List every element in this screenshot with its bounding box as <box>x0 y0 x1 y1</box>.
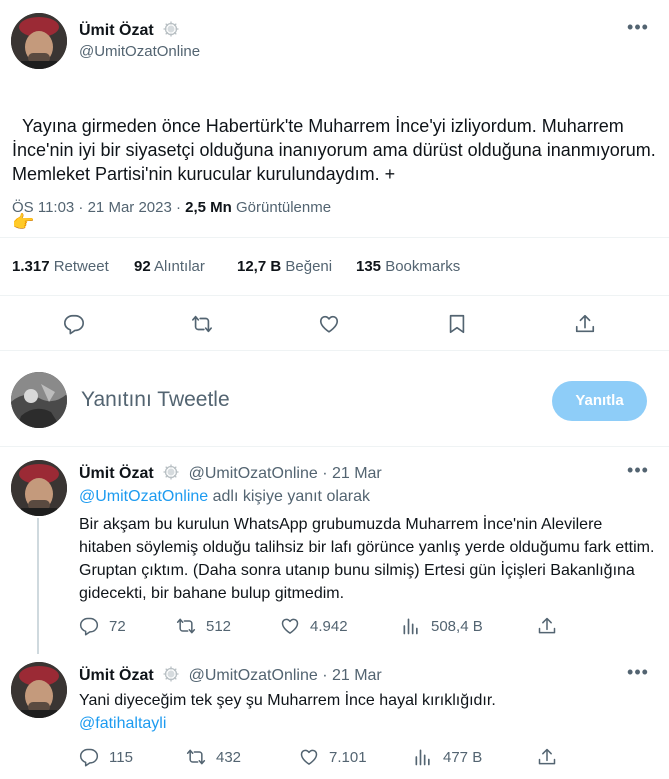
retweets-count: 1.317 <box>12 258 50 275</box>
retweet-icon <box>186 749 206 765</box>
reply-2-header: Ümit Özat @UmitOzatOnline · 21 Mar <box>79 665 382 685</box>
more-icon[interactable]: ••• <box>626 461 650 483</box>
share-button[interactable] <box>537 747 557 767</box>
divider <box>0 295 669 296</box>
share-icon <box>575 314 595 333</box>
reply-submit-button[interactable]: Yanıtla <box>552 381 647 421</box>
reply-handle-time[interactable]: @UmitOzatOnline · 21 Mar <box>189 465 382 482</box>
quotes-label: Alıntılar <box>154 258 205 275</box>
reply-author-name[interactable]: Ümit Özat <box>79 667 154 684</box>
likes-stat[interactable]: 12,7 B Beğeni <box>237 258 332 275</box>
retweet-icon <box>176 618 196 634</box>
likes-count: 12,7 B <box>237 258 282 275</box>
reply-input[interactable]: Yanıtını Tweetle <box>81 388 230 412</box>
heart-icon <box>319 315 339 333</box>
bookmark-icon <box>449 314 465 334</box>
tweet-meta: ÖS 11:03 · 21 Mar 2023 · 2,5 Mn Görüntül… <box>12 199 331 216</box>
retweet-button[interactable]: 432 <box>186 747 241 767</box>
tweet-timestamp[interactable]: ÖS 11:03 · 21 Mar 2023 · <box>12 199 185 216</box>
share-icon <box>538 617 556 634</box>
reply-author-name[interactable]: Ümit Özat <box>79 465 154 482</box>
reply-text: Bir akşam bu kurulun WhatsApp grubumuzda… <box>79 516 655 602</box>
verified-badge-icon <box>162 665 180 683</box>
quotes-count: 92 <box>134 258 151 275</box>
reply-button[interactable]: 115 <box>79 747 133 767</box>
replying-to-handle[interactable]: @UmitOzatOnline <box>79 488 208 505</box>
author-name[interactable]: Ümit Özat <box>79 22 154 39</box>
retweet-count: 432 <box>216 748 242 766</box>
likes-label: Beğeni <box>285 258 333 275</box>
verified-badge-icon <box>162 20 180 38</box>
reply-icon <box>79 617 99 636</box>
views-icon <box>403 618 418 635</box>
share-button[interactable] <box>537 616 557 636</box>
thread-connector-line <box>37 518 39 654</box>
share-icon <box>538 748 556 765</box>
retweet-button[interactable]: 512 <box>176 616 231 636</box>
views-count: 2,5 Mn <box>185 199 232 216</box>
like-button[interactable]: 7.101 <box>299 747 367 767</box>
divider <box>0 446 669 447</box>
divider <box>0 237 669 238</box>
views-button[interactable]: 477 B <box>413 747 482 767</box>
reply-button[interactable]: 72 <box>79 616 126 636</box>
views-count: 508,4 B <box>431 617 483 635</box>
tweet-body: Yayına girmeden önce Habertürk'te Muharr… <box>12 116 661 184</box>
author-handle[interactable]: @UmitOzatOnline <box>79 43 200 60</box>
quotes-stat[interactable]: 92 Alıntılar <box>134 258 205 275</box>
bookmarks-stat[interactable]: 135 Bookmarks <box>356 258 460 275</box>
views-count: 477 B <box>443 748 483 766</box>
reply-1-avatar[interactable] <box>11 460 67 516</box>
mention-link[interactable]: @fatihaltayli <box>79 712 166 735</box>
replying-to: @UmitOzatOnline adlı kişiye yanıt olarak <box>79 488 370 506</box>
retweet-button[interactable] <box>191 313 213 335</box>
retweet-icon <box>192 315 212 333</box>
retweets-label: Retweet <box>53 258 109 275</box>
reply-text: Yani diyeceğim tek şey şu Muharrem İnce … <box>79 692 496 709</box>
views-button[interactable]: 508,4 B <box>401 616 483 636</box>
reply-1-header: Ümit Özat @UmitOzatOnline · 21 Mar <box>79 463 382 483</box>
replying-to-label: adlı kişiye yanıt olarak <box>208 488 371 505</box>
author-name-row: Ümit Özat <box>79 20 180 40</box>
like-button[interactable]: 4.942 <box>280 616 348 636</box>
divider <box>0 350 669 351</box>
heart-icon <box>300 749 318 765</box>
like-button[interactable] <box>318 313 340 335</box>
reply-handle-time[interactable]: @UmitOzatOnline · 21 Mar <box>189 667 382 684</box>
heart-icon <box>281 618 299 634</box>
reply-count: 72 <box>109 617 126 635</box>
bookmark-button[interactable] <box>446 313 468 335</box>
views-label: Görüntülenme <box>236 199 332 216</box>
reply-button[interactable] <box>63 313 85 335</box>
retweet-count: 512 <box>206 617 232 635</box>
reply-2-avatar[interactable] <box>11 662 67 718</box>
more-icon[interactable]: ••• <box>626 663 650 685</box>
bookmarks-label: Bookmarks <box>385 258 461 275</box>
reply-icon <box>79 748 99 767</box>
like-count: 4.942 <box>310 617 348 635</box>
author-avatar[interactable] <box>11 13 67 69</box>
share-button[interactable] <box>574 313 596 335</box>
retweets-stat[interactable]: 1.317 Retweet <box>12 258 109 275</box>
more-icon[interactable]: ••• <box>626 18 650 40</box>
reply-icon <box>64 314 84 335</box>
bookmarks-count: 135 <box>356 258 382 275</box>
views-icon <box>415 749 430 766</box>
like-count: 7.101 <box>329 748 367 766</box>
verified-badge-icon <box>162 463 180 481</box>
reply-count: 115 <box>109 748 133 766</box>
user-avatar[interactable] <box>11 372 67 428</box>
